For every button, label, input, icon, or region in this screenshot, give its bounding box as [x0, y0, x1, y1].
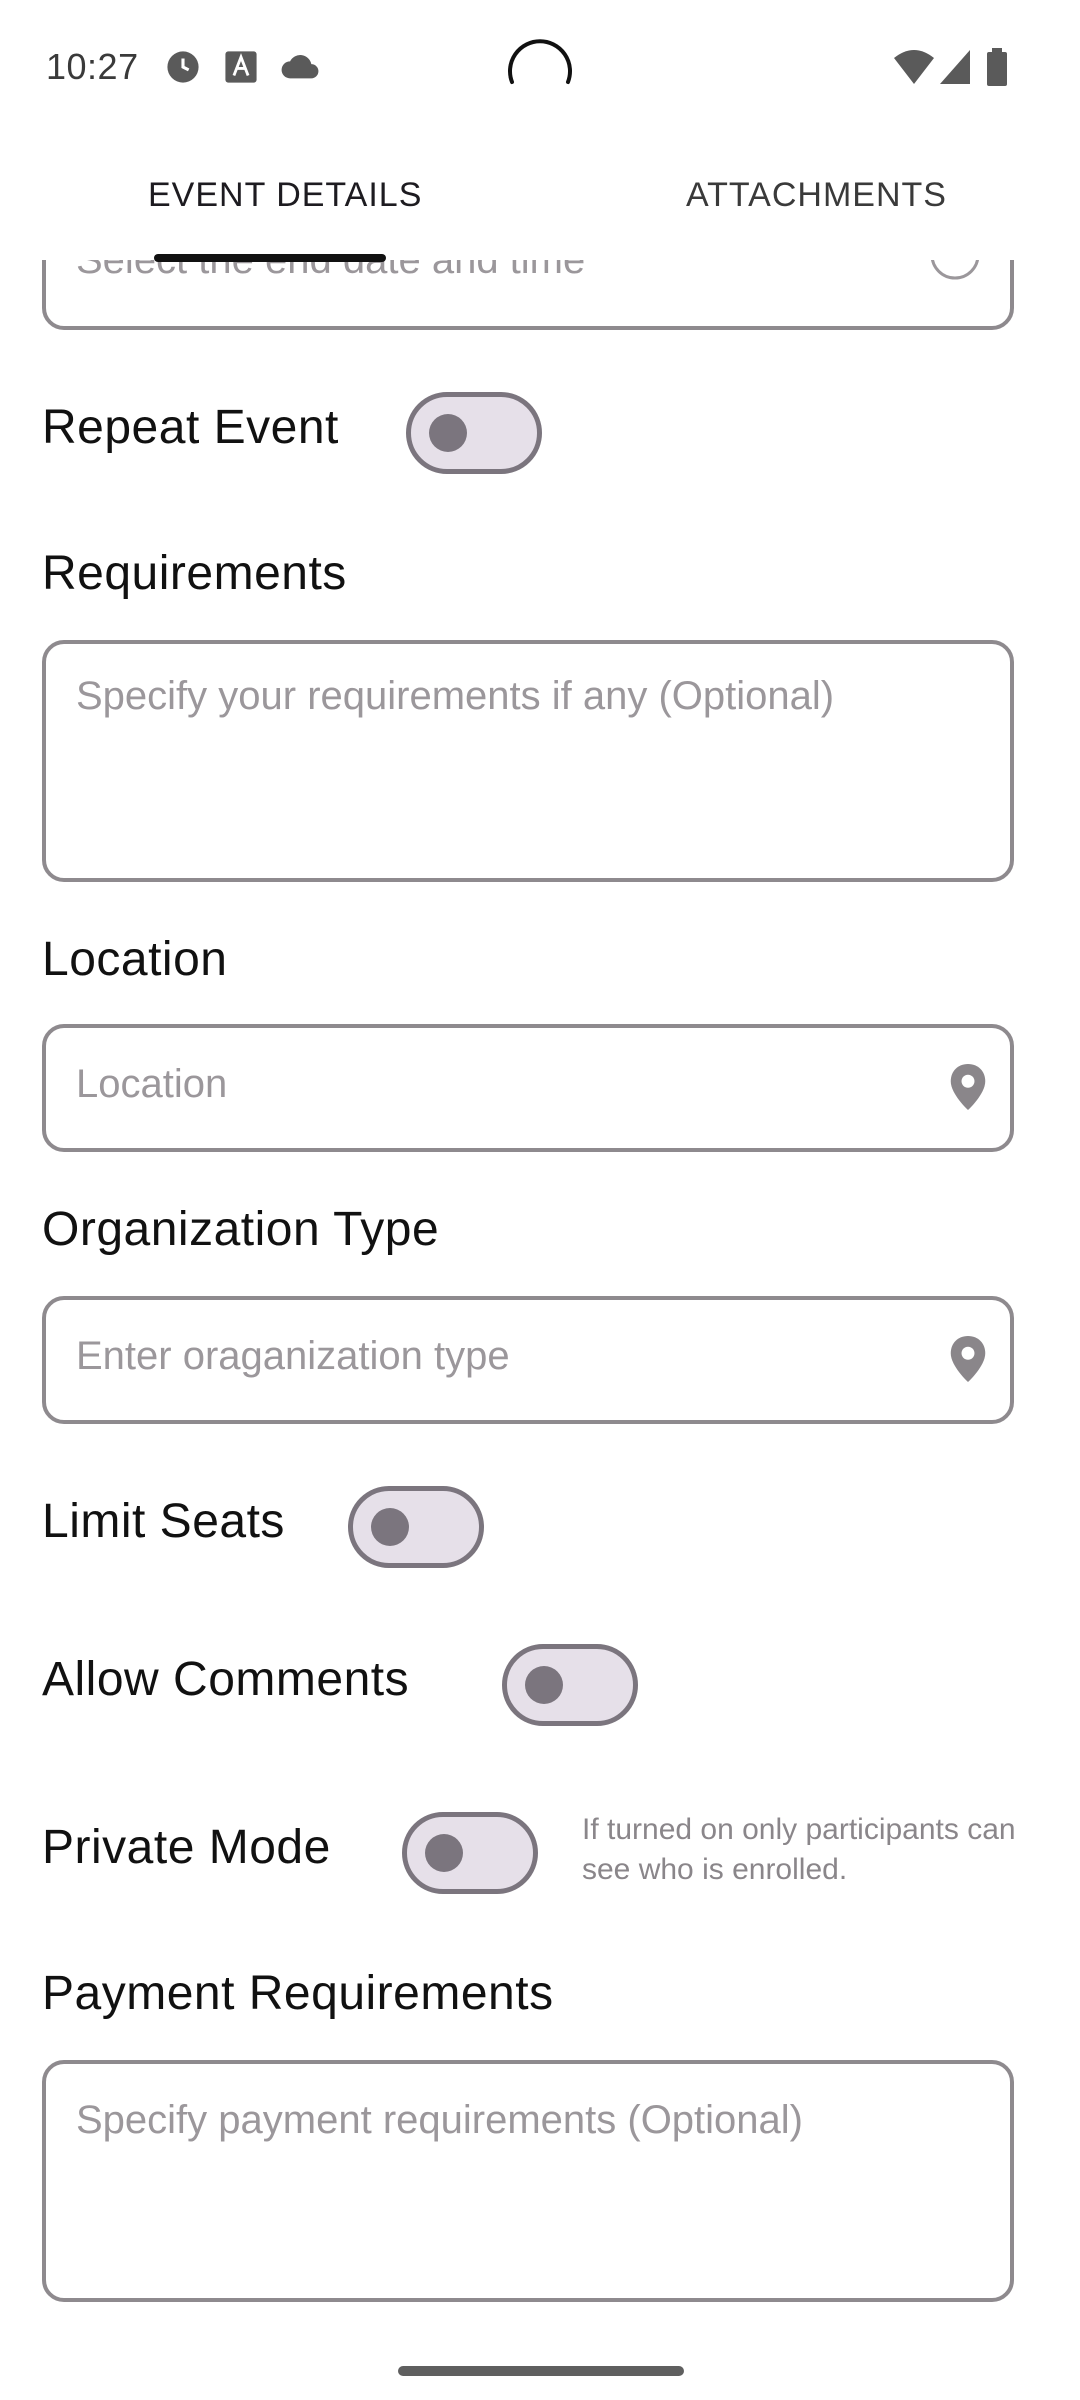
requirements-input[interactable]: Specify your requirements if any (Option…: [42, 640, 1014, 882]
event-details-form: Select the end date and time Repeat Even…: [0, 0, 1080, 2400]
requirements-label: Requirements: [42, 547, 347, 600]
payment-requirements-input[interactable]: Specify payment requirements (Optional): [42, 2060, 1014, 2302]
repeat-event-label: Repeat Event: [42, 401, 339, 454]
location-pin-icon: [950, 1064, 986, 1110]
requirements-placeholder: Specify your requirements if any (Option…: [76, 674, 835, 718]
location-placeholder: Location: [76, 1062, 228, 1106]
tab-attachments[interactable]: ATTACHMENTS: [686, 176, 947, 215]
private-mode-label: Private Mode: [42, 1821, 331, 1874]
tab-indicator: [154, 254, 386, 262]
allow-comments-label: Allow Comments: [42, 1653, 410, 1706]
location-input[interactable]: Location: [42, 1024, 1014, 1152]
toggle-knob: [425, 1834, 463, 1872]
toggle-knob: [525, 1666, 563, 1704]
organization-type-placeholder: Enter oraganization type: [76, 1334, 510, 1378]
allow-comments-toggle[interactable]: [502, 1644, 638, 1726]
payment-requirements-label: Payment Requirements: [42, 1967, 554, 2020]
organization-type-input[interactable]: Enter oraganization type: [42, 1296, 1014, 1424]
private-mode-toggle[interactable]: [402, 1812, 538, 1894]
toggle-knob: [429, 414, 467, 452]
payment-requirements-placeholder: Specify payment requirements (Optional): [76, 2098, 803, 2142]
toggle-knob: [371, 1508, 409, 1546]
tab-event-details[interactable]: EVENT DETAILS: [148, 176, 422, 215]
tab-bar: EVENT DETAILS ATTACHMENTS: [0, 150, 1080, 262]
location-label: Location: [42, 933, 228, 986]
limit-seats-toggle[interactable]: [348, 1486, 484, 1568]
home-gesture-bar[interactable]: [398, 2366, 684, 2376]
organization-type-label: Organization Type: [42, 1203, 440, 1256]
private-mode-hint: If turned on only participants can see w…: [582, 1813, 1016, 1886]
location-pin-icon: [950, 1336, 986, 1382]
limit-seats-label: Limit Seats: [42, 1495, 285, 1548]
repeat-event-toggle[interactable]: [406, 392, 542, 474]
